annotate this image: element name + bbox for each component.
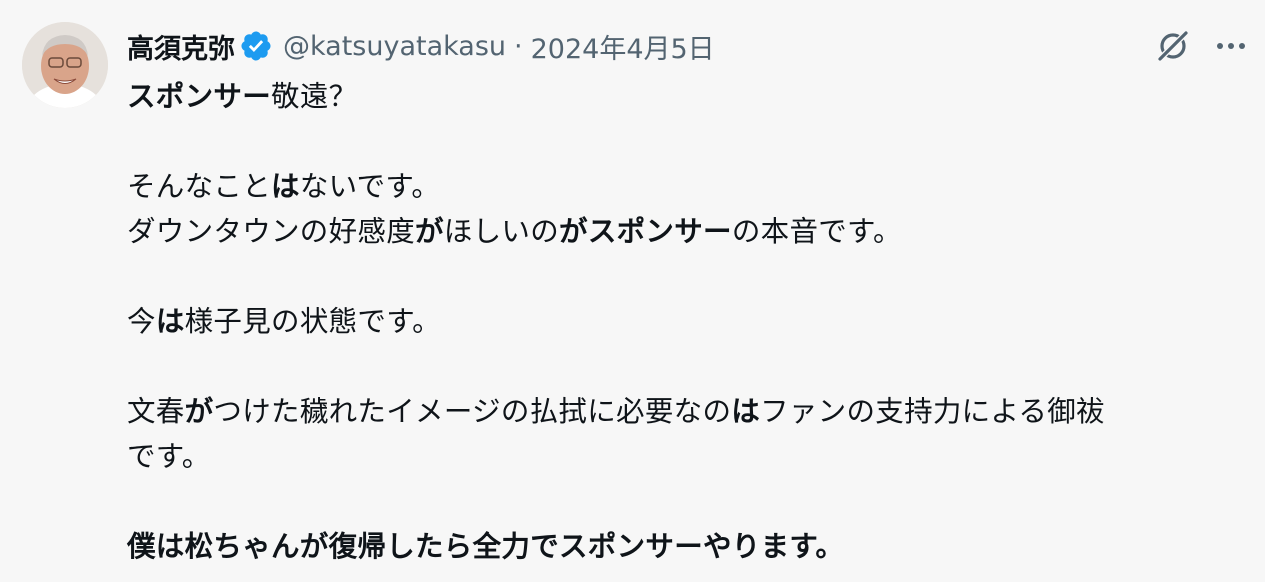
text-regular: つけた穢れたイメージの払拭に必要なの [213,395,732,428]
text-bold: は [731,395,761,428]
avatar[interactable] [22,22,108,108]
header-separator: · [514,30,523,62]
text-bold: が [415,215,444,248]
text-regular: ほしいの [443,215,560,248]
text-regular: 今 [127,305,156,338]
text-bold: が [184,395,214,428]
tweet-line-7: 僕は松ちゃんが復帰したら全力でスポンサーやります。 [127,524,1252,569]
text-bold: がスポンサー [559,215,732,248]
more-icon[interactable] [1211,26,1251,66]
user-handle[interactable]: @katsuyatakasu [283,31,506,62]
text-regular: です。 [127,440,211,473]
tweet-text: スポンサー敬遠？ そんなことはないです。 ダウンタウンの好感度がほしいのがスポン… [127,74,1252,569]
text-regular: ファンの支持力による御祓 [760,395,1105,428]
text-regular: そんなこと [127,170,272,203]
text-regular: 様子見の状態です。 [184,305,441,338]
grok-icon[interactable] [1153,26,1193,66]
text-regular: の本音です。 [731,215,902,248]
text-regular: ダウンタウンの好感度 [127,215,416,248]
tweet-line-5: 文春がつけた穢れたイメージの払拭に必要なのはファンの支持力による御祓 [127,389,1252,434]
tweet-line-4: 今は様子見の状態です。 [127,299,1252,344]
tweet-line-6: です。 [127,434,1252,479]
text-regular: 敬遠？ [271,80,358,113]
verified-badge-icon[interactable] [239,29,273,63]
tweet-line-2: そんなことはないです。 [127,164,1252,209]
header-actions [1153,24,1251,68]
tweet-line-3: ダウンタウンの好感度がほしいのがスポンサーの本音です。 [127,209,1252,254]
display-name[interactable]: 高須克弥 [127,27,235,66]
avatar-portrait-icon [22,22,108,108]
tweet-date[interactable]: 2024年4月5日 [531,27,715,66]
text-regular: ないです。 [299,170,441,203]
text-bold: は [155,305,185,338]
tweet-header: 高須克弥 @katsuyatakasu · 2024年4月5日 [127,24,715,68]
text-bold: 僕は松ちゃんが復帰したら全力でスポンサーやります。 [127,530,845,563]
tweet-card: 高須克弥 @katsuyatakasu · 2024年4月5日 スポンサー敬遠？… [0,0,1265,582]
text-regular: 文春 [127,395,185,428]
text-bold: は [271,170,300,203]
text-bold: スポンサー [127,80,272,113]
tweet-line-1: スポンサー敬遠？ [127,74,1252,119]
